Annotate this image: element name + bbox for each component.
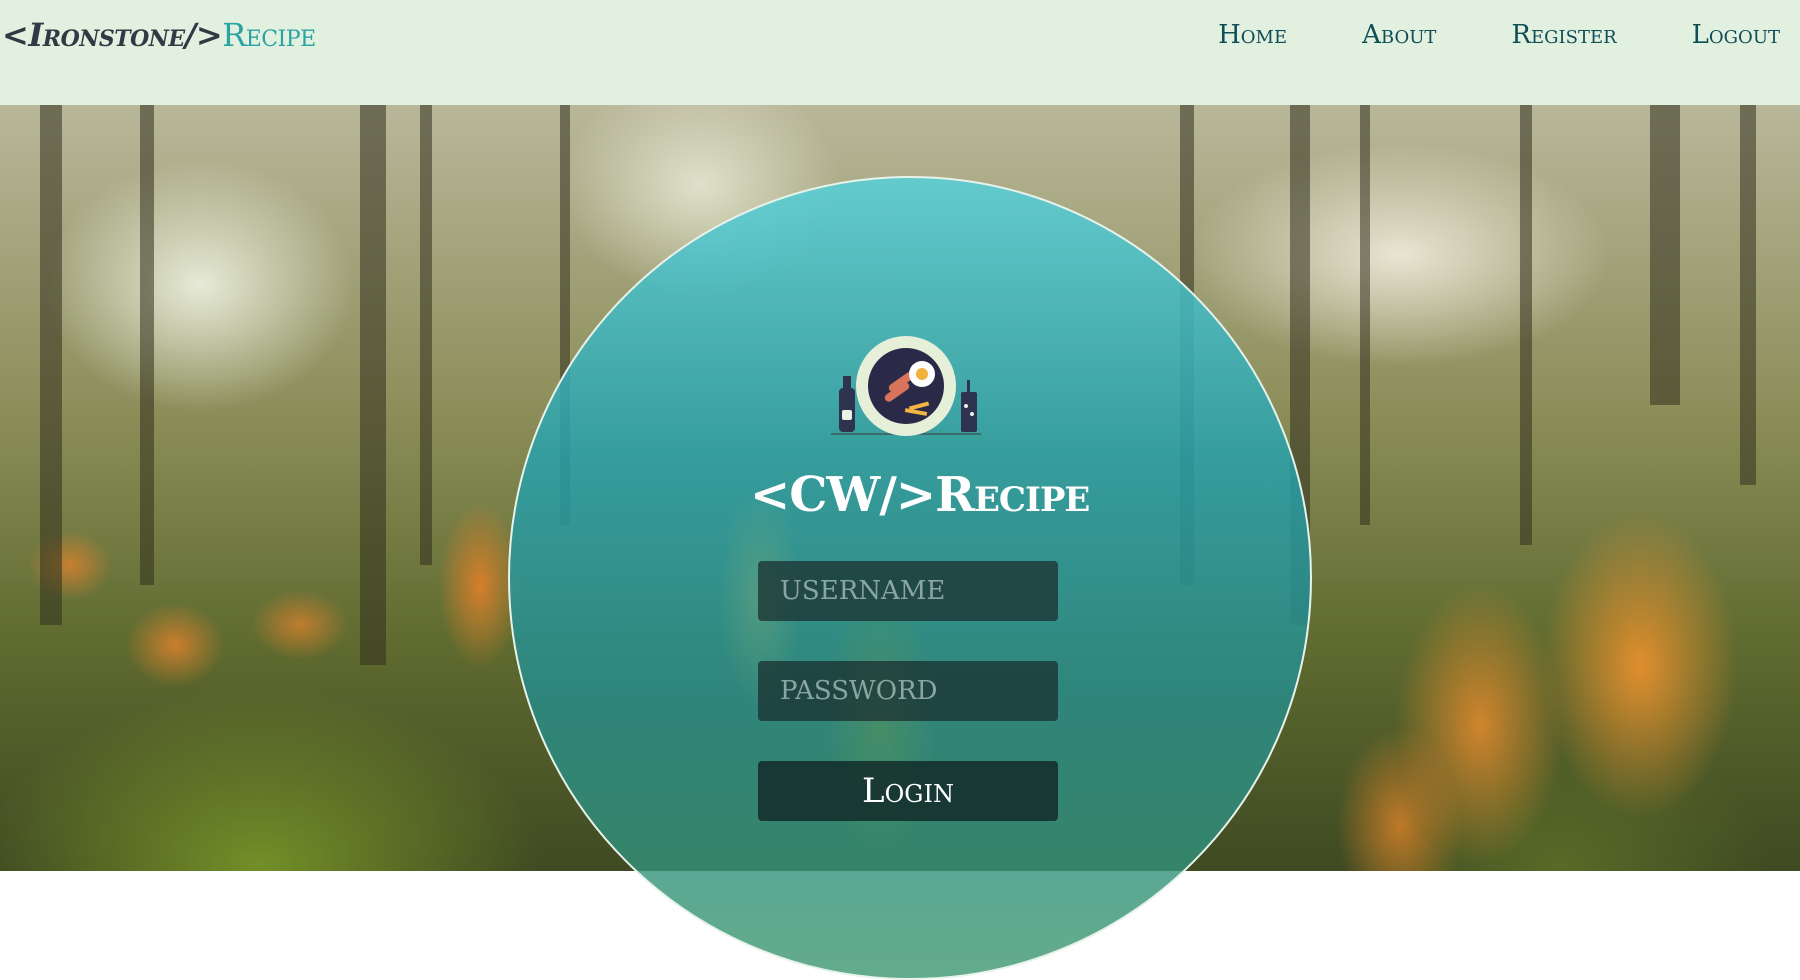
tree-trunk [420,105,432,565]
nav-logout-link[interactable]: Logout [1692,20,1780,50]
food-plate-icon [831,336,981,436]
tree-trunk [140,105,154,585]
password-input[interactable] [758,661,1058,721]
username-input[interactable] [758,561,1058,621]
tree-trunk [1740,105,1756,485]
nav-about-link[interactable]: About [1362,20,1436,50]
nav-home-link[interactable]: Home [1218,20,1287,50]
navbar: <Ironstone/>Recipe Home About Register L… [0,0,1800,105]
tree-trunk [1520,105,1532,545]
login-card-title: <CW/>Recipe [750,467,1090,523]
brand-suffix: Recipe [222,16,316,54]
login-button[interactable]: Login [758,761,1058,821]
nav-register-link[interactable]: Register [1511,20,1616,50]
brand-name: <Ironstone/> [2,16,223,54]
tree-trunk [1650,105,1680,405]
tree-trunk [40,105,62,625]
nav-links: Home About Register Logout [1143,20,1780,50]
tree-trunk [1360,105,1370,525]
brand-logo[interactable]: <Ironstone/>Recipe [2,16,316,54]
tree-trunk [360,105,386,665]
